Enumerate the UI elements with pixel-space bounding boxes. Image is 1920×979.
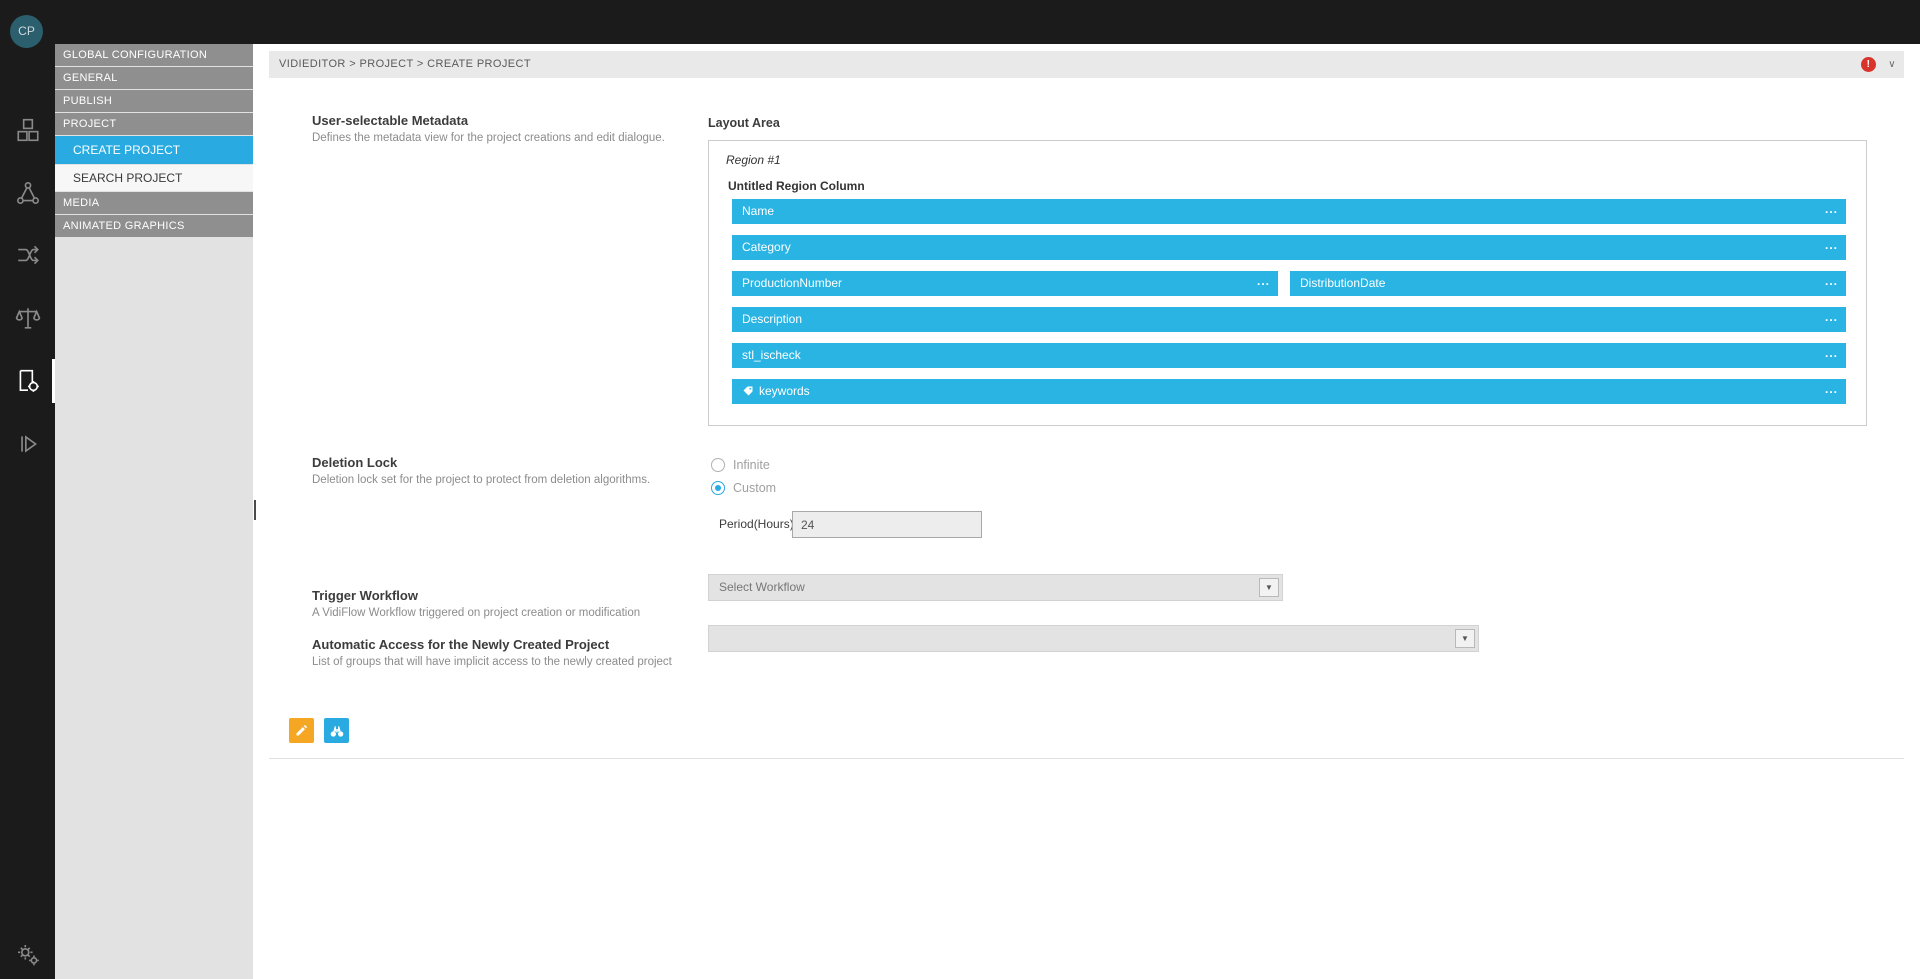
field-label: keywords bbox=[759, 384, 810, 398]
field-label: Category bbox=[742, 240, 791, 254]
field-menu-handle[interactable]: ... bbox=[1825, 233, 1838, 258]
radio-custom[interactable] bbox=[711, 481, 725, 495]
find-button[interactable] bbox=[324, 718, 349, 743]
automatic-access-title: Automatic Access for the Newly Created P… bbox=[312, 637, 609, 652]
access-groups-dropdown[interactable]: ▼ bbox=[708, 625, 1479, 652]
deletion-lock-description: Deletion lock set for the project to pro… bbox=[312, 474, 650, 486]
field-label: ProductionNumber bbox=[742, 276, 842, 290]
rail-scales-icon[interactable] bbox=[0, 294, 55, 342]
metadata-field-production-number[interactable]: ProductionNumber ... bbox=[732, 271, 1278, 296]
panel-resize-handle[interactable] bbox=[254, 500, 256, 520]
period-hours-label: Period(Hours) bbox=[719, 517, 794, 531]
icon-rail bbox=[0, 44, 55, 979]
breadcrumb-text: VIDIEDITOR > PROJECT > CREATE PROJECT bbox=[279, 58, 531, 70]
metadata-field-category[interactable]: Category ... bbox=[732, 235, 1846, 260]
region-column-title: Untitled Region Column bbox=[728, 179, 865, 193]
deletion-lock-option-infinite: Infinite bbox=[711, 458, 770, 472]
error-icon[interactable]: ! bbox=[1861, 57, 1876, 72]
field-label: Description bbox=[742, 312, 802, 326]
sidebar-item-general[interactable]: GENERAL bbox=[55, 67, 253, 89]
automatic-access-description: List of groups that will have implicit a… bbox=[312, 656, 672, 668]
rail-modules-icon[interactable] bbox=[0, 106, 55, 154]
rail-network-icon[interactable] bbox=[0, 169, 55, 217]
field-menu-handle[interactable]: ... bbox=[1825, 377, 1838, 402]
dropdown-arrow-icon[interactable]: ▼ bbox=[1455, 629, 1475, 648]
metadata-field-keywords[interactable]: keywords ... bbox=[732, 379, 1846, 404]
metadata-section-title: User-selectable Metadata bbox=[312, 113, 468, 128]
chevron-down-icon[interactable]: ∨ bbox=[1888, 51, 1896, 78]
metadata-field-name[interactable]: Name ... bbox=[732, 199, 1846, 224]
field-label: Name bbox=[742, 204, 774, 218]
trigger-workflow-title: Trigger Workflow bbox=[312, 588, 418, 603]
rail-project-config-icon[interactable] bbox=[0, 357, 55, 405]
field-label: stl_ischeck bbox=[742, 348, 801, 362]
topbar bbox=[0, 0, 1920, 44]
main-content: VIDIEDITOR > PROJECT > CREATE PROJECT ! … bbox=[253, 44, 1920, 979]
layout-area: Region #1 Untitled Region Column Name ..… bbox=[708, 140, 1867, 426]
metadata-section-description: Defines the metadata view for the projec… bbox=[312, 132, 665, 144]
cp-logo[interactable]: CP bbox=[10, 15, 43, 48]
sidebar-item-media[interactable]: MEDIA bbox=[55, 192, 253, 214]
app-root: CP PROD INT TRANS DEV Hi, admin ! Sign O… bbox=[0, 0, 1920, 979]
deletion-lock-title: Deletion Lock bbox=[312, 455, 397, 470]
field-menu-handle[interactable]: ... bbox=[1257, 269, 1270, 294]
metadata-field-distribution-date[interactable]: DistributionDate ... bbox=[1290, 271, 1846, 296]
sidebar-item-publish[interactable]: PUBLISH bbox=[55, 90, 253, 112]
region-title: Region #1 bbox=[726, 153, 781, 167]
workflow-dropdown[interactable]: Select Workflow ▼ bbox=[708, 574, 1283, 601]
layout-area-label: Layout Area bbox=[708, 116, 780, 130]
pencil-icon bbox=[294, 723, 309, 738]
period-hours-input[interactable] bbox=[792, 511, 982, 538]
binoculars-icon bbox=[329, 723, 345, 739]
field-menu-handle[interactable]: ... bbox=[1825, 305, 1838, 330]
sidebar-item-search-project[interactable]: SEARCH PROJECT bbox=[55, 165, 253, 191]
sidebar-item-create-project[interactable]: CREATE PROJECT bbox=[55, 136, 253, 164]
rail-gears-icon[interactable] bbox=[0, 931, 55, 979]
sidebar-item-animated-graphics[interactable]: ANIMATED GRAPHICS bbox=[55, 215, 253, 237]
rail-player-icon[interactable] bbox=[0, 420, 55, 468]
config-sidebar: GLOBAL CONFIGURATION GENERAL PUBLISH PRO… bbox=[55, 44, 253, 979]
metadata-field-description[interactable]: Description ... bbox=[732, 307, 1846, 332]
field-label: DistributionDate bbox=[1300, 276, 1385, 290]
sidebar-item-global-configuration[interactable]: GLOBAL CONFIGURATION bbox=[55, 44, 253, 66]
trigger-workflow-description: A VidiFlow Workflow triggered on project… bbox=[312, 607, 640, 619]
radio-infinite[interactable] bbox=[711, 458, 725, 472]
field-menu-handle[interactable]: ... bbox=[1825, 197, 1838, 222]
radio-custom-label: Custom bbox=[733, 481, 776, 495]
field-menu-handle[interactable]: ... bbox=[1825, 341, 1838, 366]
edit-button[interactable] bbox=[289, 718, 314, 743]
panel-bottom-divider bbox=[269, 758, 1904, 759]
rail-workflow-icon[interactable] bbox=[0, 231, 55, 279]
metadata-field-stl-ischeck[interactable]: stl_ischeck ... bbox=[732, 343, 1846, 368]
radio-infinite-label: Infinite bbox=[733, 458, 770, 472]
sidebar-item-project[interactable]: PROJECT bbox=[55, 113, 253, 135]
field-menu-handle[interactable]: ... bbox=[1825, 269, 1838, 294]
workflow-dropdown-value: Select Workflow bbox=[709, 575, 1282, 600]
tag-icon bbox=[742, 381, 754, 406]
breadcrumb: VIDIEDITOR > PROJECT > CREATE PROJECT ! … bbox=[269, 51, 1904, 78]
dropdown-arrow-icon[interactable]: ▼ bbox=[1259, 578, 1279, 597]
deletion-lock-option-custom: Custom bbox=[711, 481, 776, 495]
